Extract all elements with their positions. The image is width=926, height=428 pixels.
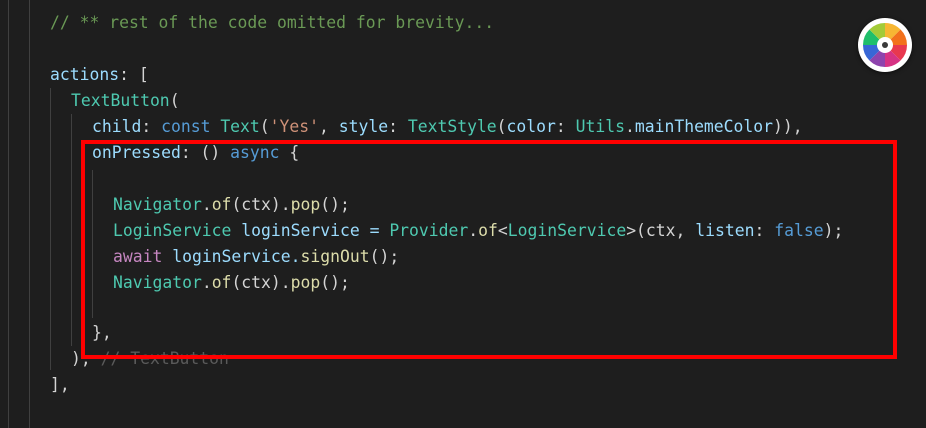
signout-function: signOut <box>300 247 370 266</box>
punctuation: (); <box>320 273 350 292</box>
textbutton-class: TextButton <box>71 91 170 110</box>
color-wheel-icon <box>863 22 907 67</box>
code-line-await-signout: await loginService.signOut(); <box>113 244 399 270</box>
punctuation: : [ <box>119 65 149 84</box>
indent-guide <box>8 0 9 428</box>
code-line-child: child: const Text('Yes', style: TextStyl… <box>92 114 803 140</box>
of-function: of <box>478 221 498 240</box>
child-key: child <box>92 117 142 136</box>
yes-string: 'Yes' <box>269 117 320 136</box>
punctuation: ), <box>71 349 91 368</box>
punctuation: . <box>468 221 479 240</box>
await-keyword: await <box>113 247 163 266</box>
punctuation: }, <box>92 323 112 342</box>
code-line-navigator-pop-1: Navigator.of(ctx).pop(); <box>113 192 350 218</box>
code-line-comment: // ** rest of the code omitted for brevi… <box>50 10 494 36</box>
punctuation: ], <box>50 375 70 394</box>
code-line-onpressed: onPressed: () async { <box>92 140 299 166</box>
indent-guide <box>92 170 93 318</box>
indent-guide <box>71 114 72 346</box>
of-function: of <box>211 195 232 214</box>
color-key: color <box>506 117 556 136</box>
punctuation: . <box>201 195 212 214</box>
pop-function: pop <box>290 195 321 214</box>
punctuation: (ctx). <box>231 273 291 292</box>
style-key: style <box>338 117 389 136</box>
loginservice-type-arg: LoginService <box>507 221 627 240</box>
textbutton-comment: // TextButton <box>90 349 229 368</box>
punctuation: (ctx). <box>231 195 291 214</box>
indent-guide <box>50 88 51 370</box>
punctuation: ); <box>823 221 844 240</box>
punctuation: . <box>201 273 212 292</box>
punctuation: : <box>388 117 408 136</box>
false-keyword: false <box>774 221 824 240</box>
listen-key: listen <box>695 221 755 240</box>
textstyle-class: TextStyle <box>407 117 497 136</box>
async-keyword: async <box>230 143 280 162</box>
code-line-close-textbutton: ), // TextButton <box>71 346 229 372</box>
punctuation: : <box>555 117 576 136</box>
utils-class: Utils <box>575 117 625 136</box>
provider-class: Provider <box>389 221 469 240</box>
actions-key: actions <box>50 65 120 84</box>
loginservice-variable: loginService = <box>231 221 390 240</box>
punctuation: ( <box>169 91 180 110</box>
pop-function: pop <box>290 273 321 292</box>
main-theme-color: mainThemeColor <box>634 117 774 136</box>
punctuation: . <box>624 117 635 136</box>
code-line-navigator-pop-2: Navigator.of(ctx).pop(); <box>113 270 350 296</box>
punctuation: (); <box>369 247 400 266</box>
text-class: Text <box>220 117 260 136</box>
onpressed-key: onPressed <box>92 143 181 162</box>
comment-text: // ** rest of the code omitted for brevi… <box>50 13 495 32</box>
code-line-close-bracket: ], <box>50 372 70 398</box>
of-function: of <box>211 273 232 292</box>
color-picker-icon[interactable] <box>858 18 912 72</box>
punctuation: : <box>141 117 162 136</box>
code-line-actions: actions: [ <box>50 62 149 88</box>
code-line-close-brace: }, <box>92 320 112 346</box>
navigator-class: Navigator <box>113 195 202 214</box>
punctuation: )), <box>773 117 803 136</box>
punctuation: : () <box>180 143 231 162</box>
punctuation: < <box>497 221 508 240</box>
navigator-class: Navigator <box>113 273 202 292</box>
code-line-loginservice: LoginService loginService = Provider.of<… <box>113 218 843 244</box>
loginservice-class: LoginService <box>113 221 232 240</box>
punctuation: , <box>319 117 339 136</box>
punctuation: : <box>754 221 775 240</box>
code-line-textbutton: TextButton( <box>71 88 180 114</box>
punctuation: (); <box>320 195 350 214</box>
const-keyword: const <box>161 117 211 136</box>
loginservice-reference: loginService. <box>162 247 301 266</box>
indent-guide <box>29 0 30 428</box>
punctuation: { <box>279 143 300 162</box>
punctuation: ( <box>496 117 507 136</box>
punctuation: ( <box>259 117 270 136</box>
code-editor[interactable]: // ** rest of the code omitted for brevi… <box>0 0 926 428</box>
punctuation: >(ctx, <box>626 221 696 240</box>
